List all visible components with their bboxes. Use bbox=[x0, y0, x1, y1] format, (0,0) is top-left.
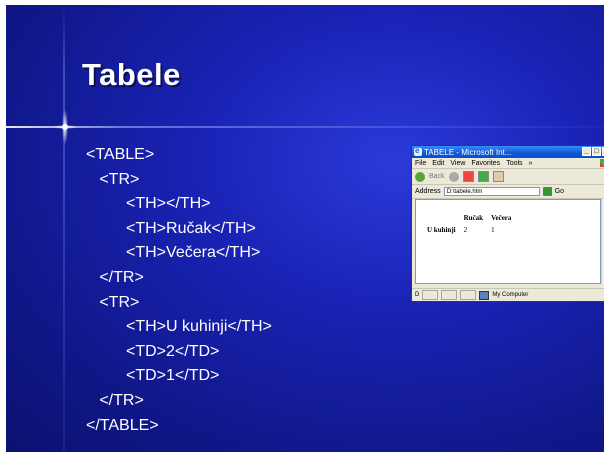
browser-statusbar: D My Computer bbox=[412, 288, 604, 301]
address-bar: Address D:\tabele.htm Go bbox=[412, 185, 604, 199]
table-header: Ručak bbox=[463, 214, 484, 222]
decorative-horizontal-line bbox=[6, 126, 604, 128]
code-block: <TABLE> <TR> <TH></TH> <TH>Ručak</TH> <T… bbox=[86, 143, 272, 438]
code-line: <TD>2</TD> bbox=[86, 342, 220, 360]
menu-tools: Tools bbox=[506, 159, 523, 167]
menu-overflow: » bbox=[528, 159, 533, 167]
browser-toolbar: Back bbox=[412, 169, 604, 185]
decorative-vertical-line bbox=[63, 5, 65, 452]
browser-content: Ručak Večera U kuhinji 2 1 bbox=[415, 199, 601, 284]
status-pane bbox=[441, 290, 458, 300]
code-line: </TR> bbox=[86, 391, 144, 409]
browser-title: TABELE - Microsoft Int... bbox=[424, 147, 512, 157]
computer-icon bbox=[479, 290, 490, 300]
table-header bbox=[424, 213, 459, 223]
browser-window-screenshot: TABELE - Microsoft Int... _ □ × File Edi… bbox=[411, 145, 604, 302]
rendered-table: Ručak Večera U kuhinji 2 1 bbox=[422, 211, 516, 237]
status-pane bbox=[460, 290, 477, 300]
stop-icon bbox=[462, 171, 474, 182]
browser-menubar: File Edit View Favorites Tools » bbox=[412, 158, 604, 169]
code-line: <TABLE> bbox=[86, 146, 155, 163]
address-value: D:\tabele.htm bbox=[446, 188, 483, 195]
code-line: </TABLE> bbox=[86, 416, 159, 434]
status-left: D bbox=[415, 292, 420, 298]
back-label: Back bbox=[429, 173, 445, 180]
forward-icon bbox=[448, 171, 459, 182]
home-icon bbox=[492, 171, 504, 182]
table-cell: 2 bbox=[463, 226, 468, 234]
back-icon bbox=[415, 171, 425, 182]
table-row-header: U kuhinji bbox=[427, 226, 456, 234]
table-cell: 1 bbox=[491, 226, 495, 234]
sparkle-icon bbox=[52, 109, 78, 145]
refresh-icon bbox=[477, 171, 489, 182]
code-line: <TD>1</TD> bbox=[86, 367, 220, 385]
scrollbar bbox=[601, 199, 604, 284]
code-line: <TR> bbox=[86, 170, 140, 188]
window-controls: _ □ × bbox=[582, 147, 604, 156]
browser-titlebar: TABELE - Microsoft Int... _ □ × bbox=[412, 146, 604, 158]
go-label: Go bbox=[554, 188, 565, 195]
slide-title: Tabele bbox=[82, 57, 181, 92]
menu-file: File bbox=[415, 159, 427, 167]
code-line: <TR> bbox=[86, 293, 140, 311]
status-pane bbox=[422, 290, 439, 300]
status-zone: My Computer bbox=[492, 292, 529, 298]
code-line: <TH>U kuhinji</TH> bbox=[86, 318, 272, 336]
code-line: <TH>Večera</TH> bbox=[86, 244, 261, 262]
windows-logo-icon bbox=[600, 159, 604, 167]
table-header: Večera bbox=[491, 214, 512, 222]
go-icon bbox=[542, 187, 552, 196]
maximize-icon: □ bbox=[592, 147, 601, 156]
close-icon: × bbox=[602, 147, 604, 156]
code-line: <TH>Ručak</TH> bbox=[86, 219, 256, 237]
minimize-icon: _ bbox=[582, 147, 591, 156]
address-field: D:\tabele.htm bbox=[443, 187, 540, 196]
code-line: <TH></TH> bbox=[86, 195, 211, 213]
menu-favorites: Favorites bbox=[471, 159, 501, 167]
code-line: </TR> bbox=[86, 268, 144, 286]
ie-logo-icon bbox=[414, 146, 422, 156]
slide: Tabele <TABLE> <TR> <TH></TH> <TH>Ručak<… bbox=[6, 5, 604, 452]
menu-edit: Edit bbox=[432, 159, 445, 167]
address-label: Address bbox=[415, 188, 441, 195]
menu-view: View bbox=[450, 159, 466, 167]
